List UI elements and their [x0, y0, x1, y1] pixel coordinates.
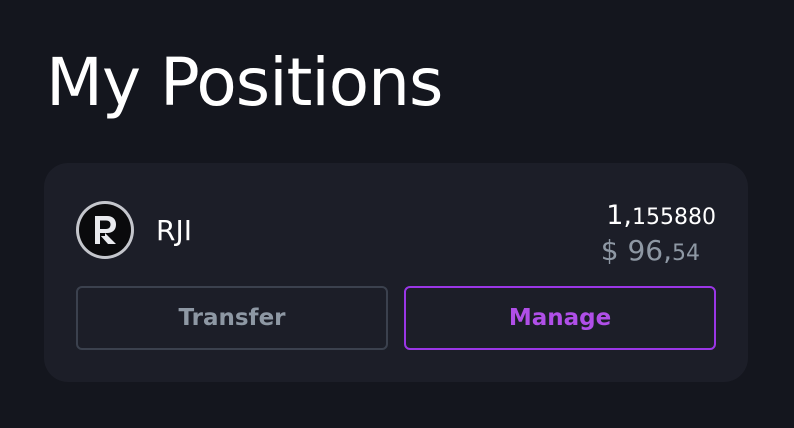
rji-token-logo-icon [76, 201, 134, 259]
token-amount: 1,155880 [606, 200, 716, 235]
page-title: My Positions [46, 44, 443, 121]
manage-button[interactable]: Manage [404, 286, 716, 350]
token-amount-decimal: 155880 [632, 205, 716, 230]
token-amount-integer: 1, [606, 200, 633, 231]
token-value-currency: $ [600, 234, 628, 267]
token-value-decimal: 54 [672, 241, 700, 266]
token-symbol: RJI [156, 214, 192, 247]
token-usd-value: $ 96,54 [601, 233, 700, 273]
transfer-button[interactable]: Transfer [76, 286, 388, 350]
token-value-integer: 96, [627, 234, 672, 267]
position-card-rji: RJI 1,155880 $ 96,54 Transfer Manage [44, 163, 748, 382]
